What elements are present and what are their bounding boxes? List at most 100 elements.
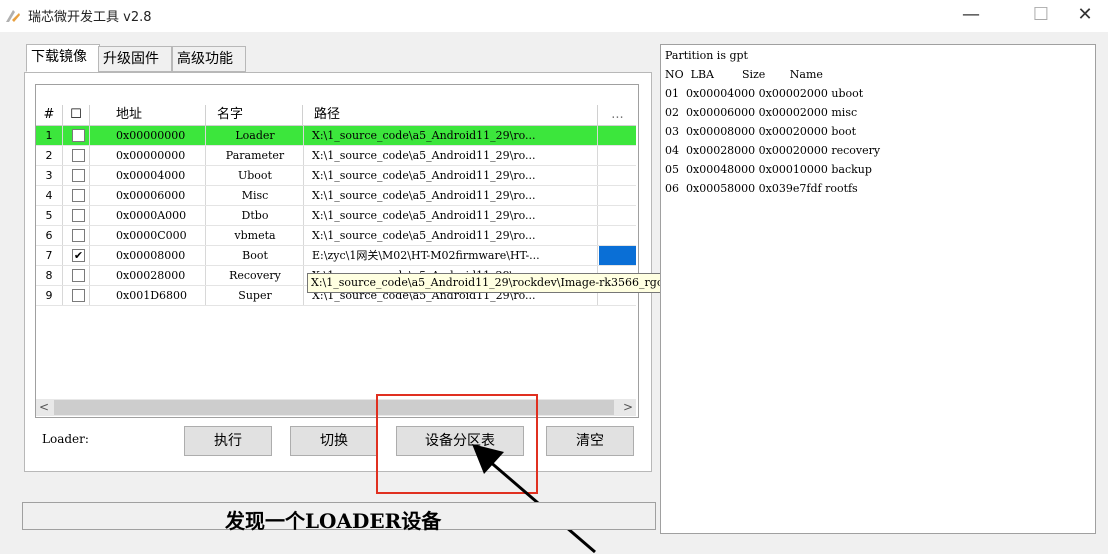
- row-path[interactable]: X:\1_source_code\a5_Android11_29\ro...: [304, 126, 598, 145]
- row-name: Parameter: [207, 146, 304, 165]
- row-address: 0x0000A000: [90, 206, 206, 225]
- row-index: 4: [36, 186, 63, 205]
- header-address: 地址: [90, 105, 206, 125]
- partition-columns: NO LBA Size Name: [665, 68, 823, 81]
- table-row[interactable]: 6 0x0000C000 vbmeta X:\1_source_code\a5_And…: [36, 226, 636, 246]
- row-checkbox-cell[interactable]: [63, 266, 90, 285]
- table-row[interactable]: 5 0x0000A000 Dtbo X:\1_source_code\a5_Andro…: [36, 206, 636, 226]
- row-name: Loader: [207, 126, 304, 145]
- status-message: 发现一个LOADER设备: [225, 509, 442, 533]
- tab-advanced[interactable]: 高级功能: [172, 46, 246, 72]
- row-checkbox[interactable]: [72, 189, 85, 202]
- row-name: Recovery: [207, 266, 304, 285]
- row-name: Super: [207, 286, 304, 305]
- row-checkbox[interactable]: [72, 229, 85, 242]
- row-index: 1: [36, 126, 63, 145]
- table-header: # ☐ 地址 名字 路径 ...: [36, 105, 636, 126]
- row-browse-button[interactable]: [599, 166, 636, 185]
- row-address: 0x00028000: [90, 266, 206, 285]
- row-address: 0x00000000: [90, 146, 206, 165]
- table-row[interactable]: 3 0x00004000 Uboot X:\1_source_code\a5_Andr…: [36, 166, 636, 186]
- row-path[interactable]: X:\1_source_code\a5_Android11_29\ro...: [304, 226, 598, 245]
- row-path[interactable]: X:\1_source_code\a5_Android11_29\ro...: [304, 206, 598, 225]
- header-index: #: [36, 105, 63, 125]
- row-path[interactable]: X:\1_source_code\a5_Android11_29\ro...: [304, 166, 598, 185]
- row-path[interactable]: X:\1_source_code\a5_Android11_29\ro...: [304, 186, 598, 205]
- app-logo-icon: [6, 10, 20, 22]
- minimize-button[interactable]: —: [948, 0, 994, 32]
- partition-line: 06 0x00058000 0x039e7fdf rootfs: [665, 182, 858, 195]
- horizontal-scrollbar[interactable]: < >: [36, 399, 636, 416]
- row-checkbox-cell[interactable]: [63, 226, 90, 245]
- header-name: 名字: [207, 105, 303, 125]
- row-index: 2: [36, 146, 63, 165]
- row-name: vbmeta: [207, 226, 304, 245]
- close-button[interactable]: ✕: [1062, 0, 1108, 32]
- row-checkbox-cell[interactable]: [63, 126, 90, 145]
- row-index: 9: [36, 286, 63, 305]
- partition-output-panel: Partition is gpt NO LBA Size Name 01 0x0…: [660, 44, 1096, 534]
- row-checkbox[interactable]: [72, 289, 85, 302]
- row-index: 3: [36, 166, 63, 185]
- partition-line: 04 0x00028000 0x00020000 recovery: [665, 144, 881, 157]
- row-checkbox-cell[interactable]: [63, 146, 90, 165]
- row-browse-button[interactable]: [599, 186, 636, 205]
- row-index: 6: [36, 226, 63, 245]
- row-address: 0x0000C000: [90, 226, 206, 245]
- switch-button[interactable]: 切换: [290, 426, 378, 456]
- partition-line: 01 0x00004000 0x00002000 uboot: [665, 87, 864, 100]
- row-checkbox[interactable]: ✔: [72, 249, 85, 262]
- row-name: Uboot: [207, 166, 304, 185]
- table-row[interactable]: 4 0x00006000 Misc X:\1_source_code\a5_Andro…: [36, 186, 636, 206]
- partition-line: 02 0x00006000 0x00002000 misc: [665, 106, 858, 119]
- partition-line: 03 0x00008000 0x00020000 boot: [665, 125, 857, 138]
- partition-header: Partition is gpt: [665, 49, 748, 62]
- table-row[interactable]: 7 ✔ 0x00008000 Boot E:\zyc\1网关\M02\HT-M02fir…: [36, 246, 636, 266]
- row-browse-button[interactable]: [599, 126, 636, 145]
- table-row[interactable]: 1 0x00000000 Loader X:\1_source_code\a5_And…: [36, 126, 636, 146]
- row-path[interactable]: E:\zyc\1网关\M02\HT-M02firmware\HT-...: [304, 246, 598, 265]
- row-checkbox-cell[interactable]: [63, 166, 90, 185]
- loader-label: Loader:: [42, 432, 89, 446]
- maximize-button[interactable]: ☐: [1018, 0, 1064, 32]
- row-checkbox-cell[interactable]: [63, 186, 90, 205]
- row-browse-button[interactable]: [599, 226, 636, 245]
- image-table: # ☐ 地址 名字 路径 ... 1 0x00000000 Loader X:\1_s…: [35, 84, 639, 418]
- title-bar: [0, 0, 1108, 32]
- partition-line: 05 0x00048000 0x00010000 backup: [665, 163, 872, 176]
- row-name: Misc: [207, 186, 304, 205]
- table-row[interactable]: 2 0x00000000 Parameter X:\1_source_code\a5_…: [36, 146, 636, 166]
- row-checkbox[interactable]: [72, 269, 85, 282]
- row-checkbox[interactable]: [72, 129, 85, 142]
- row-address: 0x00004000: [90, 166, 206, 185]
- run-button[interactable]: 执行: [184, 426, 272, 456]
- row-checkbox-cell[interactable]: [63, 286, 90, 305]
- header-more: ...: [611, 107, 624, 122]
- row-checkbox-cell[interactable]: [63, 206, 90, 225]
- row-browse-button[interactable]: [599, 206, 636, 225]
- window-title: 瑞芯微开发工具 v2.8: [28, 10, 152, 25]
- row-name: Dtbo: [207, 206, 304, 225]
- row-address: 0x00008000: [90, 246, 206, 265]
- tab-upgrade-firmware[interactable]: 升级固件: [98, 46, 172, 72]
- row-name: Boot: [207, 246, 304, 265]
- row-browse-button[interactable]: [599, 246, 636, 265]
- row-address: 0x00000000: [90, 126, 206, 145]
- row-index: 7: [36, 246, 63, 265]
- row-index: 5: [36, 206, 63, 225]
- row-checkbox[interactable]: [72, 149, 85, 162]
- row-checkbox[interactable]: [72, 209, 85, 222]
- row-index: 8: [36, 266, 63, 285]
- scroll-right-arrow-icon[interactable]: >: [623, 399, 633, 416]
- header-path: 路径: [304, 105, 598, 125]
- row-address: 0x001D6800: [90, 286, 206, 305]
- row-checkbox[interactable]: [72, 169, 85, 182]
- arrow-annotation-icon: [472, 444, 596, 554]
- row-checkbox-cell[interactable]: ✔: [63, 246, 90, 265]
- row-address: 0x00006000: [90, 186, 206, 205]
- header-select-all[interactable]: ☐: [63, 105, 90, 125]
- scroll-left-arrow-icon[interactable]: <: [39, 399, 49, 416]
- tab-download-image[interactable]: 下载镜像: [26, 44, 100, 72]
- row-path[interactable]: X:\1_source_code\a5_Android11_29\ro...: [304, 146, 598, 165]
- row-browse-button[interactable]: [599, 146, 636, 165]
